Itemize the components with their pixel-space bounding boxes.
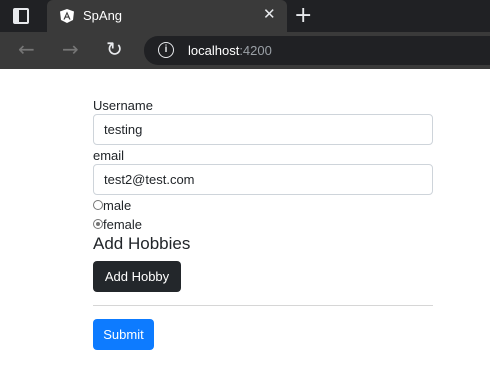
browser-toolbar: ← → ↻ i localhost:4200 <box>0 32 490 69</box>
add-hobby-button[interactable]: Add Hobby <box>93 261 181 292</box>
tab-title: SpAng <box>83 8 123 23</box>
address-bar[interactable]: i localhost:4200 <box>144 36 490 65</box>
forward-arrow-icon[interactable]: → <box>62 38 79 60</box>
female-radio-label[interactable]: female <box>103 217 142 232</box>
username-input[interactable] <box>93 114 433 145</box>
male-radio-label[interactable]: male <box>103 198 131 213</box>
url-port: :4200 <box>239 43 272 58</box>
url-text[interactable]: localhost:4200 <box>188 43 272 58</box>
url-host: localhost <box>188 43 240 58</box>
hobbies-heading: Add Hobbies <box>93 234 191 253</box>
male-radio[interactable] <box>93 200 103 210</box>
browser-tab[interactable]: SpAng ✕ <box>47 0 287 32</box>
tab-actions-icon[interactable] <box>13 8 29 24</box>
email-input[interactable] <box>93 164 433 195</box>
angular-favicon-icon <box>60 9 74 23</box>
username-label: Username <box>93 98 153 113</box>
new-tab-icon[interactable]: + <box>294 5 312 27</box>
reload-icon[interactable]: ↻ <box>106 38 123 60</box>
site-info-icon[interactable]: i <box>158 42 174 58</box>
email-label: email <box>93 148 125 163</box>
browser-tab-strip: SpAng ✕ + <box>0 0 490 32</box>
submit-button[interactable]: Submit <box>93 319 154 350</box>
female-radio[interactable] <box>93 219 103 229</box>
close-tab-icon[interactable]: ✕ <box>263 7 276 23</box>
back-arrow-icon[interactable]: ← <box>18 38 35 60</box>
form-divider <box>93 305 433 306</box>
